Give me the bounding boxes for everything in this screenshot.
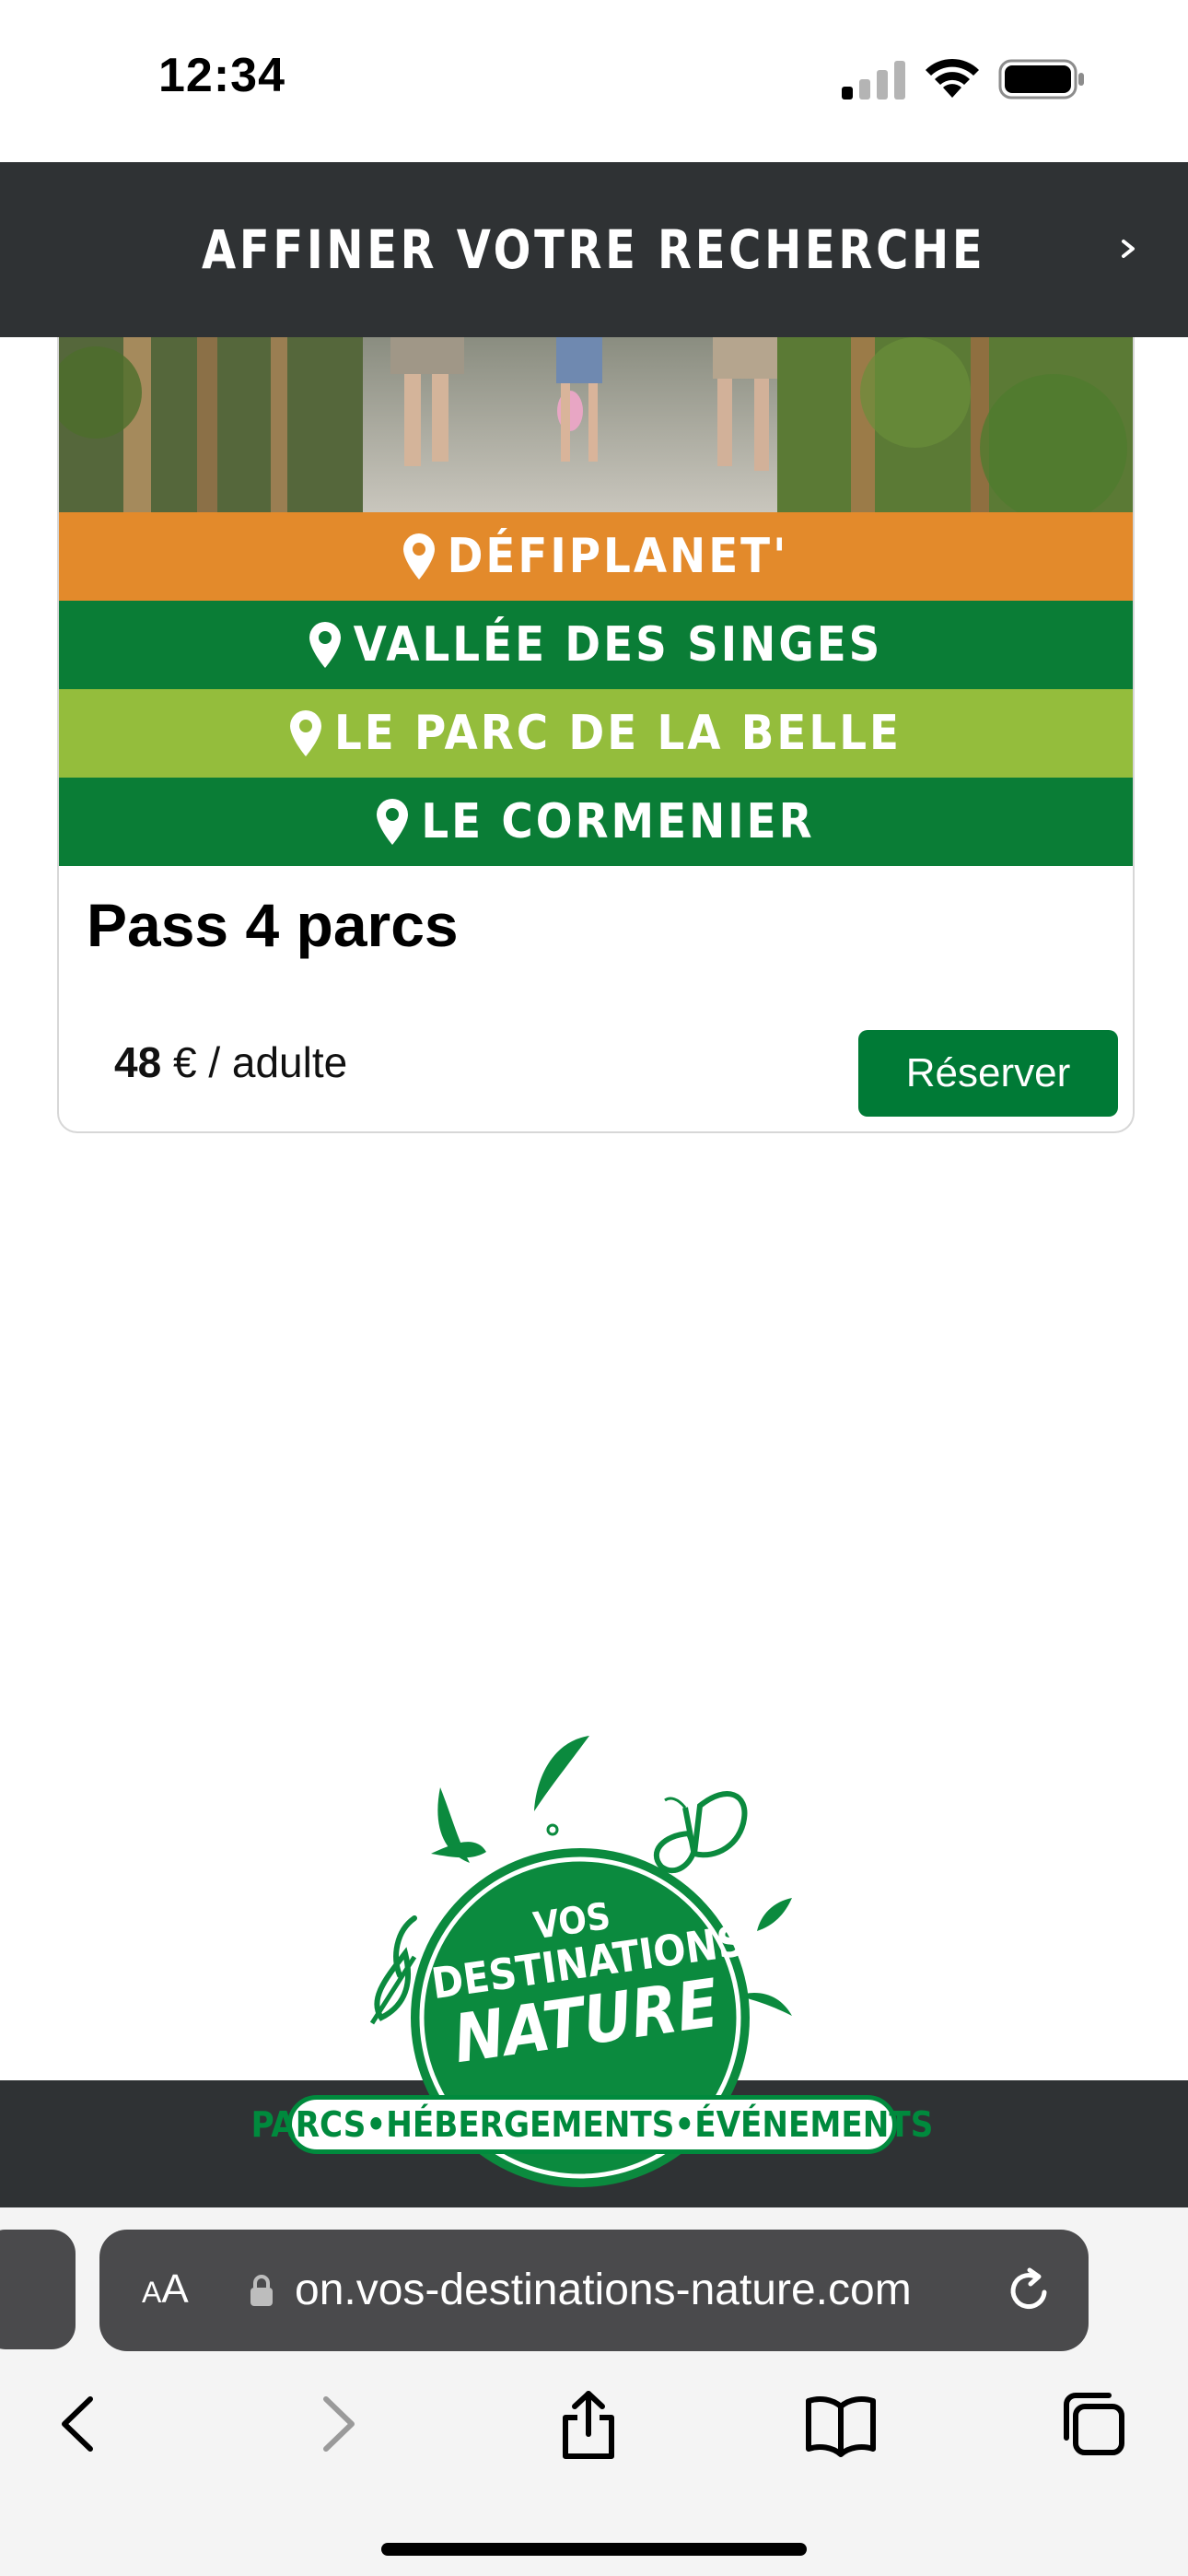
location-pin-icon xyxy=(377,799,409,845)
park-name: LE PARC DE LA BELLE xyxy=(334,706,902,761)
reload-icon[interactable] xyxy=(1004,2265,1055,2316)
park-tag-le-cormenier[interactable]: LE CORMENIER xyxy=(59,778,1133,866)
share-icon[interactable] xyxy=(547,2383,630,2465)
park-name: VALLÉE DES SINGES xyxy=(353,617,883,673)
bookmarks-icon[interactable] xyxy=(799,2383,882,2465)
home-indicator xyxy=(381,2543,807,2556)
location-pin-icon xyxy=(402,533,435,580)
price-amount: 48 xyxy=(114,1038,162,1086)
park-tag-le-parc-de-la-belle[interactable]: LE PARC DE LA BELLE xyxy=(59,689,1133,778)
lock-icon xyxy=(250,2275,273,2306)
back-arrow-icon[interactable] xyxy=(37,2383,120,2465)
park-tag-vallee-des-singes[interactable]: VALLÉE DES SINGES xyxy=(59,601,1133,689)
status-bar: 12:34 xyxy=(0,0,1188,162)
offer-price: 48 € / adulte xyxy=(114,1037,347,1087)
offer-card[interactable]: DÉFIPLANET' VALLÉE DES SINGES LE PARC DE… xyxy=(57,337,1135,1133)
chevron-right-icon xyxy=(1122,240,1135,258)
cellular-signal-icon xyxy=(842,61,905,100)
forward-arrow-icon[interactable] xyxy=(297,2383,379,2465)
battery-icon xyxy=(998,59,1084,100)
address-bar[interactable]: AAAA on.vos-destinations-nature.com xyxy=(99,2230,1089,2351)
park-name: LE CORMENIER xyxy=(421,794,815,849)
park-path-photo xyxy=(59,337,1133,512)
tabs-icon[interactable] xyxy=(1052,2383,1135,2465)
location-pin-icon xyxy=(290,710,321,756)
browser-nav-bar xyxy=(0,2383,1188,2493)
clock: 12:34 xyxy=(158,49,285,102)
park-name: DÉFIPLANET' xyxy=(447,529,789,584)
park-tag-defiplanet[interactable]: DÉFIPLANET' xyxy=(59,512,1133,601)
location-pin-icon xyxy=(309,622,341,668)
previous-tab-peek[interactable] xyxy=(0,2230,76,2349)
reserve-button[interactable]: Réserver xyxy=(858,1030,1118,1117)
offer-title: Pass 4 parcs xyxy=(87,891,459,959)
refine-search-title: AFFINER VOTRE RECHERCHE xyxy=(202,218,986,281)
safari-toolbar: AAAA on.vos-destinations-nature.com xyxy=(0,2207,1188,2576)
price-unit: € / adulte xyxy=(161,1038,348,1086)
refine-search-bar[interactable]: AFFINER VOTRE RECHERCHE xyxy=(0,162,1188,337)
wifi-icon xyxy=(926,58,979,98)
logo-tagline: PARCS•HÉBERGEMENTS•ÉVÉNEMENTS xyxy=(251,2095,933,2154)
text-size-button[interactable]: AAAA xyxy=(142,2266,189,2313)
url-text[interactable]: on.vos-destinations-nature.com xyxy=(295,2265,912,2315)
